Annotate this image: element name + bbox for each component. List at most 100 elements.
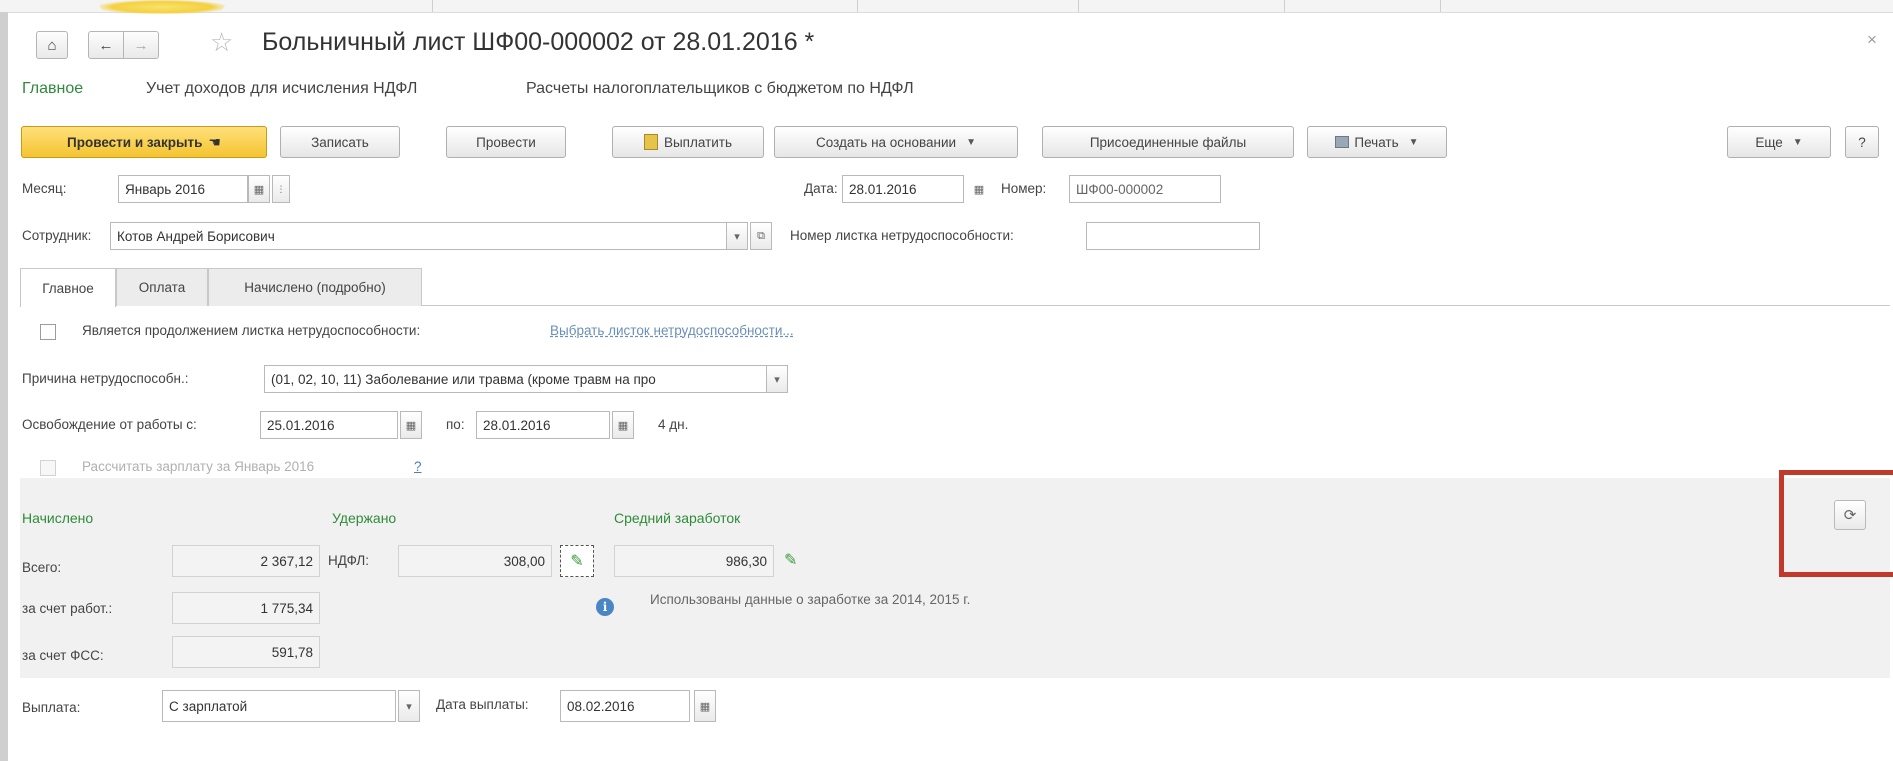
calendar-icon[interactable]: ▦ [968, 175, 990, 203]
save-label: Записать [311, 134, 369, 150]
release-to-label: по: [446, 417, 465, 432]
top-tab-divider [857, 0, 858, 12]
pencil-icon: ✎ [570, 553, 584, 570]
forward-button[interactable]: → [123, 31, 159, 59]
payment-label: Выплата: [22, 700, 81, 715]
help-icon: ? [1858, 134, 1866, 150]
top-tab-divider [1440, 0, 1441, 12]
subnav-ndfl-budget[interactable]: Расчеты налогоплательщиков с бюджетом по… [526, 80, 914, 98]
days-count: 4 дн. [658, 417, 689, 432]
reason-dropdown-icon[interactable]: ▾ [766, 365, 788, 393]
logo-icon [98, 0, 226, 14]
top-tab-divider [1284, 0, 1285, 12]
continuation-checkbox[interactable] [40, 324, 56, 340]
employee-field[interactable]: Котов Андрей Борисович [110, 222, 748, 250]
calc-salary-help-icon[interactable]: ? [414, 459, 422, 474]
month-label: Месяц: [22, 181, 67, 196]
more-label: Еще [1755, 134, 1783, 150]
sheet-number-label: Номер листка нетрудоспособности: [790, 228, 1014, 243]
date-label: Дата: [804, 181, 838, 196]
employee-dropdown-icon[interactable]: ▾ [726, 222, 748, 250]
top-tab-divider [1078, 0, 1079, 12]
forward-arrow-icon: → [133, 36, 149, 54]
attached-files-button[interactable]: Присоединенные файлы [1042, 126, 1294, 158]
highlight-frame [1779, 470, 1893, 577]
page-title: Больничный лист ШФ00-000002 от 28.01.201… [262, 28, 815, 56]
month-stepper[interactable]: ⋮ [272, 175, 290, 203]
open-employee-icon[interactable]: ⧉ [750, 222, 772, 250]
release-from-label: Освобождение от работы с: [22, 417, 197, 432]
payment-date-label: Дата выплаты: [436, 697, 529, 712]
calc-salary-checkbox[interactable] [40, 460, 56, 476]
month-field[interactable]: Январь 2016 [118, 175, 248, 203]
chevron-down-icon: ▼ [966, 136, 976, 148]
fss-share-label: за счет ФСС: [22, 648, 104, 663]
post-and-close-button[interactable]: Провести и закрыть ☚ [21, 126, 267, 158]
release-from-field[interactable]: 25.01.2016 [260, 411, 398, 439]
subnav-ndfl-income[interactable]: Учет доходов для исчисления НДФЛ [146, 80, 417, 98]
payment-date-field[interactable]: 08.02.2016 [560, 690, 690, 722]
total-label: Всего: [22, 560, 62, 575]
calendar-payment-icon[interactable]: ▦ [694, 690, 716, 722]
info-icon: i [596, 598, 614, 616]
printer-icon [1335, 136, 1350, 148]
pay-document-icon [643, 134, 658, 150]
subnav-main[interactable]: Главное [22, 80, 83, 98]
edit-ndfl-button[interactable]: ✎ [560, 545, 594, 577]
favorite-star-icon[interactable]: ☆ [210, 27, 233, 58]
chevron-down-icon: ▼ [1408, 136, 1419, 148]
print-label: Печать [1354, 134, 1399, 150]
select-sheet-link[interactable]: Выбрать листок нетрудоспособности... [550, 323, 794, 338]
payment-dropdown-icon[interactable]: ▾ [398, 690, 420, 722]
more-button[interactable]: Еще ▼ [1727, 126, 1831, 158]
employer-share-field: 1 775,34 [172, 592, 320, 624]
post-label: Провести [476, 134, 536, 150]
pay-button[interactable]: Выплатить [612, 126, 764, 158]
avg-earnings-heading: Средний заработок [614, 510, 741, 526]
calendar-from-icon[interactable]: ▦ [400, 411, 422, 439]
save-button[interactable]: Записать [280, 126, 400, 158]
help-button[interactable]: ? [1845, 126, 1879, 158]
tab-accrued-detail[interactable]: Начислено (подробно) [208, 268, 422, 306]
release-to-field[interactable]: 28.01.2016 [476, 411, 610, 439]
fss-share-field: 591,78 [172, 636, 320, 668]
continuation-label: Является продолжением листка нетрудоспос… [82, 323, 421, 338]
pay-label: Выплатить [663, 134, 733, 150]
create-based-on-label: Создать на основании [816, 134, 957, 150]
chevron-down-icon: ▼ [1792, 136, 1803, 148]
ndfl-label: НДФЛ: [328, 553, 370, 568]
number-field[interactable]: ШФ00-000002 [1069, 175, 1221, 203]
ndfl-field: 308,00 [398, 545, 552, 577]
tab-main[interactable]: Главное [20, 268, 116, 307]
calc-salary-label: Рассчитать зарплату за Январь 2016 [82, 459, 315, 474]
sheet-number-field[interactable] [1086, 222, 1260, 250]
home-button[interactable]: ⌂ [36, 31, 68, 59]
calendar-to-icon[interactable]: ▦ [612, 411, 634, 439]
total-field: 2 367,12 [172, 545, 320, 577]
back-button[interactable]: ← [88, 31, 124, 59]
date-field[interactable]: 28.01.2016 [842, 175, 964, 203]
calendar-month-icon[interactable]: ▦ [248, 175, 270, 203]
left-panel-edge [0, 12, 8, 761]
reason-field[interactable]: (01, 02, 10, 11) Заболевание или травма … [264, 365, 772, 393]
number-label: Номер: [1001, 181, 1047, 196]
back-arrow-icon: ← [98, 36, 114, 54]
tab-payment[interactable]: Оплата [116, 268, 208, 306]
post-and-close-label: Провести и закрыть [67, 134, 203, 150]
post-button[interactable]: Провести [446, 126, 566, 158]
create-based-on-button[interactable]: Создать на основании ▼ [774, 126, 1018, 158]
withheld-heading: Удержано [332, 510, 397, 526]
print-button[interactable]: Печать ▼ [1307, 126, 1447, 158]
payment-type-field[interactable]: С зарплатой [162, 690, 396, 722]
earnings-info-text: Использованы данные о заработке за 2014,… [650, 592, 971, 607]
edit-avg-earnings-icon[interactable]: ✎ [784, 550, 797, 570]
avg-earnings-field: 986,30 [614, 545, 774, 577]
home-icon: ⌂ [47, 36, 57, 54]
hand-cursor-icon: ☚ [208, 133, 221, 150]
close-icon[interactable]: × [1867, 30, 1877, 50]
top-tab-divider [432, 0, 433, 12]
attached-files-label: Присоединенные файлы [1089, 134, 1247, 150]
employee-label: Сотрудник: [22, 228, 92, 243]
reason-label: Причина нетрудоспособн.: [22, 371, 189, 386]
app-top-strip [0, 0, 1893, 13]
